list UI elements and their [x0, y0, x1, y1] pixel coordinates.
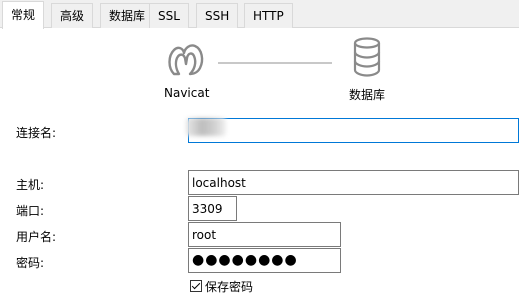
tab-ssl[interactable]: SSL — [149, 3, 189, 28]
host-input[interactable] — [188, 170, 519, 195]
tab-database[interactable]: 数据库 — [100, 3, 155, 28]
tab-http[interactable]: HTTP — [244, 3, 293, 28]
connection-name-label: 连接名: — [16, 126, 57, 140]
password-input[interactable]: ●●●●●●●● — [188, 248, 341, 273]
redacted-connection-name — [186, 118, 226, 136]
tab-general[interactable]: 常规 — [2, 1, 45, 29]
username-label: 用户名: — [16, 230, 57, 244]
port-input[interactable] — [188, 196, 237, 221]
host-label: 主机: — [16, 178, 45, 192]
database-icon — [352, 37, 382, 80]
save-password-checkbox[interactable] — [190, 280, 202, 292]
tab-bar: 常规 高级 数据库 SSL SSH HTTP — [0, 0, 519, 29]
password-label: 密码: — [16, 256, 45, 270]
navicat-logo-icon — [164, 36, 208, 83]
connection-line — [218, 62, 332, 64]
save-password-label[interactable]: 保存密码 — [205, 278, 253, 295]
tab-ssh[interactable]: SSH — [196, 3, 239, 28]
navicat-label: Navicat — [164, 86, 210, 100]
port-label: 端口: — [16, 204, 45, 218]
database-label: 数据库 — [349, 88, 386, 102]
tab-advanced[interactable]: 高级 — [51, 3, 94, 28]
connection-name-input[interactable] — [188, 118, 519, 143]
username-input[interactable] — [188, 222, 341, 247]
